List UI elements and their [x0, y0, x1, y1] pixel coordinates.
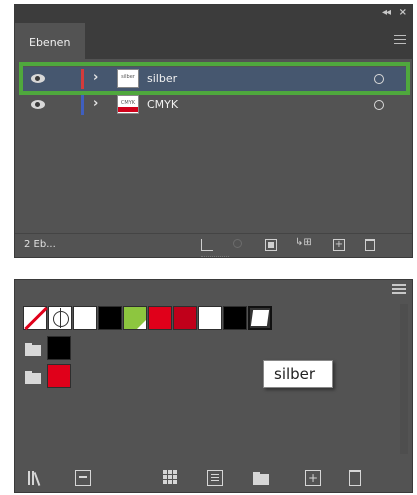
thumbnail-red-band: [118, 107, 138, 112]
scrollbar-track[interactable]: [400, 304, 408, 454]
visibility-eye-icon[interactable]: [31, 100, 45, 109]
tab-layers[interactable]: Ebenen: [15, 23, 85, 59]
selection-highlight-frame: [19, 62, 410, 95]
new-sublayer-icon[interactable]: ↳⊞: [295, 237, 312, 249]
clipping-mask-icon[interactable]: [265, 239, 277, 251]
show-swatch-kinds-icon[interactable]: [163, 470, 179, 486]
target-circle-icon[interactable]: [374, 100, 384, 110]
swatch-white[interactable]: [73, 306, 97, 330]
folder-icon: [23, 364, 45, 388]
collapse-panels-button[interactable]: ◂◂: [382, 7, 391, 18]
swatch-none[interactable]: [23, 306, 47, 330]
tab-row: Ebenen: [15, 23, 412, 59]
panel-menu-icon[interactable]: [392, 284, 406, 296]
panel-menu-icon[interactable]: [394, 35, 406, 45]
group-swatch-red[interactable]: [47, 364, 71, 388]
swatch-white[interactable]: [198, 306, 222, 330]
swatch-global-green[interactable]: [123, 306, 147, 330]
resize-grip[interactable]: [201, 256, 229, 260]
swatch-registration[interactable]: [48, 306, 72, 330]
swatch-row: [23, 306, 273, 330]
close-panel-button[interactable]: ×: [399, 7, 407, 18]
layer-count: 2 Eb...: [24, 239, 56, 250]
locate-object-icon[interactable]: [233, 239, 242, 248]
panel-title-strip: ◂◂ ×: [15, 5, 412, 23]
layers-panel: ◂◂ × Ebenen › silber silber › CMYK CMYK …: [14, 4, 413, 258]
trash-icon[interactable]: [365, 239, 375, 251]
thumbnail-text: CMYK: [120, 100, 136, 106]
place-swatches-icon[interactable]: [75, 470, 91, 486]
new-layer-icon[interactable]: +: [333, 239, 345, 251]
layer-name[interactable]: CMYK: [147, 98, 178, 111]
swatch-dark-red[interactable]: [173, 306, 197, 330]
swatch-last-used[interactable]: [248, 306, 272, 330]
layer-color-bar: [81, 95, 84, 115]
folder-icon: [23, 336, 45, 360]
swatch-group[interactable]: [23, 336, 72, 360]
trash-icon[interactable]: [349, 470, 361, 486]
layer-thumbnail: CMYK: [117, 95, 139, 114]
swatches-panel: silber +: [14, 279, 413, 493]
swatch-black[interactable]: [98, 306, 122, 330]
group-swatch-black[interactable]: [47, 336, 71, 360]
swatch-black[interactable]: [223, 306, 247, 330]
swatches-footer: +: [15, 464, 412, 492]
layer-row-cmyk[interactable]: › CMYK CMYK: [21, 93, 410, 117]
swatch-options-icon[interactable]: [207, 470, 223, 486]
chevron-right-icon[interactable]: ›: [93, 96, 98, 111]
new-color-group-icon[interactable]: [253, 470, 269, 486]
new-swatch-icon[interactable]: +: [305, 470, 321, 486]
layers-footer: 2 Eb... ↳⊞ +: [15, 233, 412, 257]
swatch-red[interactable]: [148, 306, 172, 330]
swatch-group[interactable]: [23, 364, 72, 388]
swatch-name-tooltip: silber: [263, 360, 333, 388]
swatch-libraries-icon[interactable]: [27, 470, 43, 486]
export-icon[interactable]: [201, 239, 213, 251]
